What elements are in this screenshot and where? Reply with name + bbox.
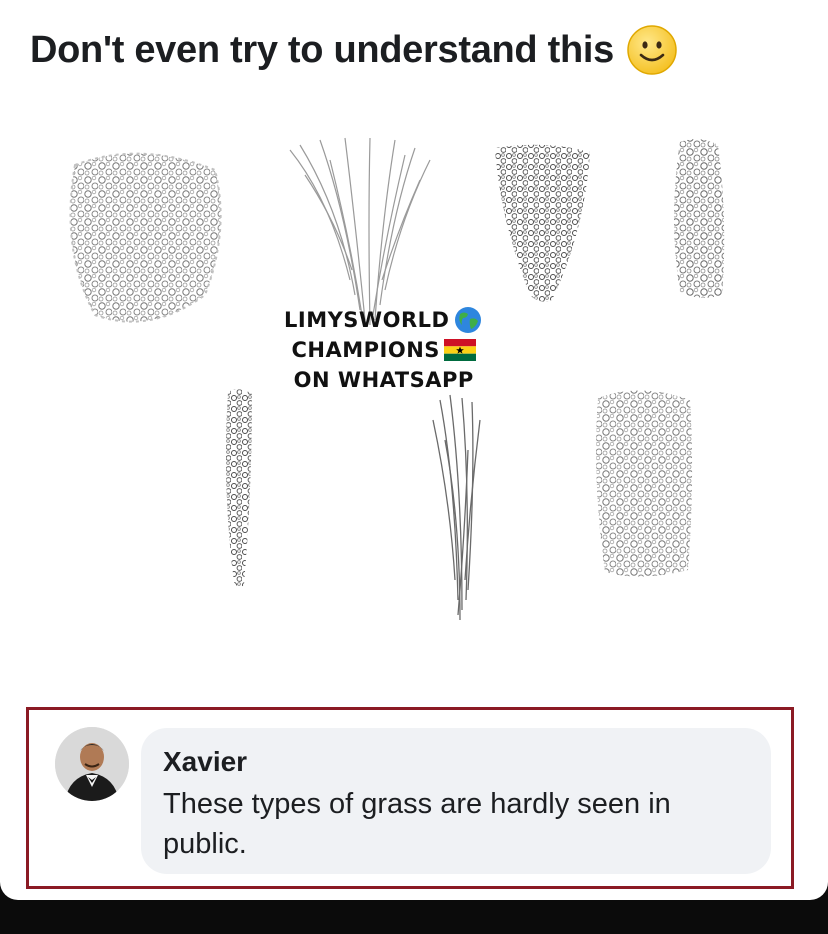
watermark-line1: LIMYSWORLD <box>284 308 450 332</box>
slightly-smiling-face-icon <box>627 25 677 75</box>
man-in-tuxedo-avatar <box>55 727 129 801</box>
ghana-flag-icon <box>443 339 476 361</box>
hair-style-illustrations <box>69 137 725 621</box>
avatar[interactable] <box>55 727 129 801</box>
hair-style-4 <box>674 139 725 298</box>
globe-icon <box>455 307 482 333</box>
hair-style-2 <box>289 137 431 326</box>
hair-style-5 <box>226 389 252 587</box>
post-card: Don't even try to understand this LIMYSW… <box>0 0 828 900</box>
hair-style-6 <box>432 394 481 621</box>
hair-style-3 <box>495 144 590 302</box>
comment-author[interactable]: Xavier <box>163 746 749 778</box>
comment-text: These types of grass are hardly seen in … <box>163 788 671 860</box>
highlighted-comment: Xavier These types of grass are hardly s… <box>26 707 794 889</box>
watermark-line3: ON WHATSAPP <box>293 368 474 392</box>
post-title-text: Don't even try to understand this <box>30 28 614 71</box>
watermark-line2: CHAMPIONS <box>291 338 440 362</box>
post-title: Don't even try to understand this <box>30 24 678 76</box>
comment-bubble: Xavier These types of grass are hardly s… <box>141 728 771 874</box>
hair-style-1 <box>69 152 222 323</box>
hair-style-7 <box>596 390 693 577</box>
watermark: LIMYSWORLD CHAMPIONS ON WHATSAPP <box>284 305 483 395</box>
